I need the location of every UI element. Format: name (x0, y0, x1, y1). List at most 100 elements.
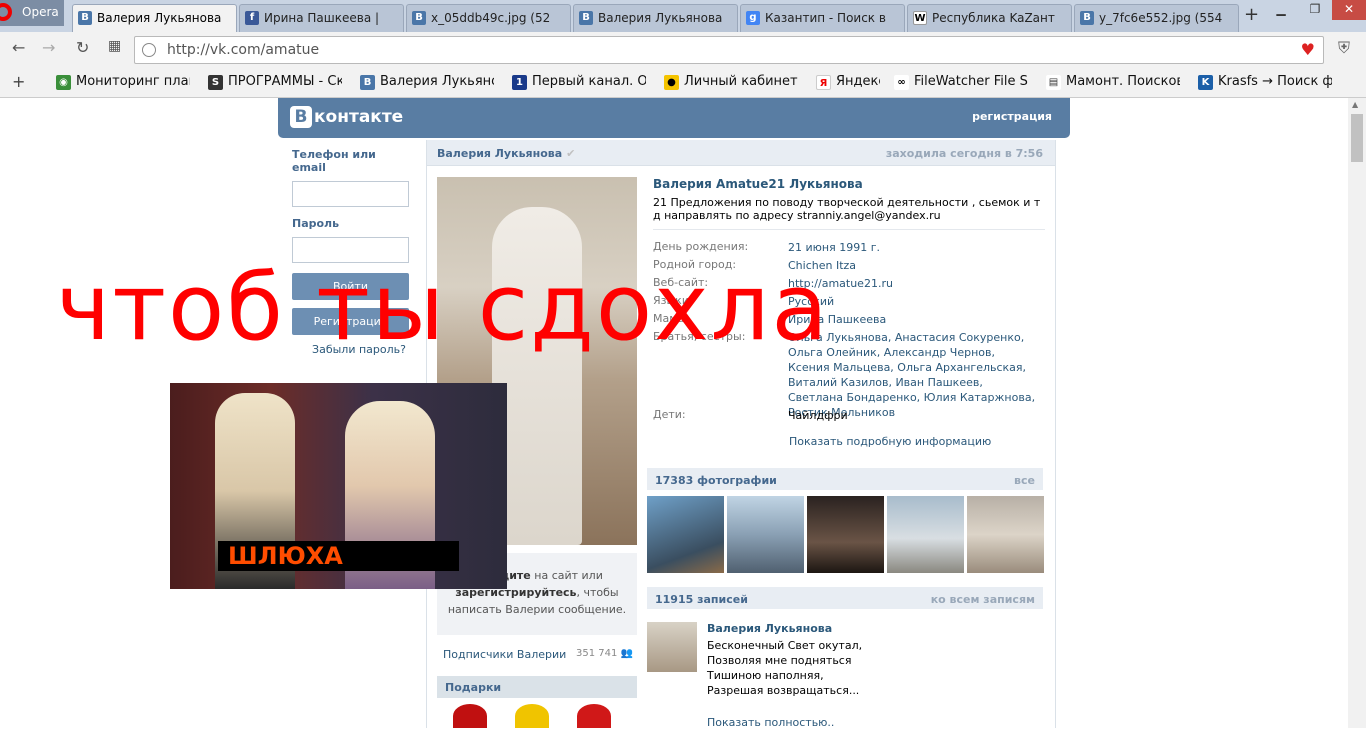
bookmark-item[interactable]: S ПРОГРАММЫ - Ска (208, 74, 342, 92)
filewatcher-icon: ∞ (894, 75, 909, 90)
heart-icon[interactable]: ♥ (1301, 37, 1315, 63)
scroll-up-icon[interactable]: ▲ (1352, 100, 1358, 109)
bookmark-label: Krasfs → Поиск фа (1218, 74, 1332, 89)
profile-panel: Валерия Лукьянова ✔ заходила сегодня в 7:… (426, 140, 1056, 729)
reload-button[interactable]: ↻ (76, 38, 89, 57)
gifts-header[interactable]: Подарки (437, 676, 637, 698)
photo-thumb[interactable] (887, 496, 964, 573)
opera-label: Opera (22, 5, 59, 19)
krasfs-icon: K (1198, 75, 1213, 90)
new-tab-button[interactable]: + (1244, 4, 1259, 25)
bookmark-item[interactable]: В Валерия Лукьянова (360, 74, 494, 92)
tab-5[interactable]: g Казантип - Поиск в (740, 4, 905, 32)
register-link[interactable]: регистрация (972, 110, 1052, 123)
bookmark-item[interactable]: ∞ FileWatcher File Sea (894, 74, 1028, 92)
tab-7[interactable]: Вy_7fc6e552.jpg (554 (1074, 4, 1239, 32)
tab-label: Республика KaZант (932, 11, 1055, 25)
msg-mid: на сайт или (530, 569, 603, 582)
vertical-scrollbar[interactable]: ▲ (1348, 98, 1366, 728)
header-name-text: Валерия Лукьянова (437, 147, 563, 160)
add-bookmark-button[interactable]: + (12, 72, 25, 91)
password-label: Пароль (292, 217, 340, 230)
vk-header: Вконтакте регистрация (278, 98, 1070, 138)
bookmark-item[interactable]: ◉ Мониторинг плане (56, 74, 190, 92)
post-line: Разрешая возвращаться... (707, 684, 860, 697)
bookmark-label: Яндекс (836, 74, 880, 89)
tab-4[interactable]: В Валерия Лукьянова (573, 4, 738, 32)
tab-3[interactable]: Вx_05ddb49c.jpg (52 (406, 4, 571, 32)
field-value[interactable]: 21 июня 1991 г. (788, 240, 1038, 255)
all-posts-link[interactable]: ко всем записям (931, 593, 1035, 606)
speed-dial-icon[interactable]: ▦ (108, 38, 121, 54)
verified-check-icon: ✔ (566, 147, 576, 160)
field-key: Дети: (653, 408, 686, 421)
facebook-icon: f (245, 11, 259, 25)
field-key: День рождения: (653, 240, 749, 253)
posts-header[interactable]: 11915 записей ко всем записям (647, 587, 1043, 609)
show-details-link[interactable]: Показать подробную информацию (789, 435, 991, 448)
bookmark-item[interactable]: K Krasfs → Поиск фа (1198, 74, 1332, 92)
photo-thumb[interactable] (727, 496, 804, 573)
status-text: 21 Предложения по поводу творческой деят… (653, 196, 1041, 222)
tab-label: y_7fc6e552.jpg (554 (1099, 11, 1223, 25)
phone-input[interactable] (292, 181, 409, 207)
show-full-link[interactable]: Показать полностью.. (707, 716, 834, 729)
tab-bar: Opera В Валерия Лукьянова f Ирина Пашкеева… (0, 0, 1366, 32)
gift-flower-icon[interactable] (515, 704, 549, 728)
vk-logo[interactable]: Вконтакте (290, 106, 403, 128)
bookmark-label: Мамонт. Поисковая (1066, 74, 1180, 89)
people-icon: 👥 (620, 648, 633, 659)
bookmark-label: Первый канал. Офи (532, 74, 646, 89)
subscribers-count: 351 741 👥 (576, 648, 633, 659)
phone-label: Телефон или email (292, 148, 376, 174)
yandex-icon: Я (816, 75, 831, 90)
beeline-icon: ● (664, 75, 679, 90)
photos-all-link[interactable]: все (1014, 474, 1035, 487)
photo-thumb[interactable] (647, 496, 724, 573)
post-avatar[interactable] (647, 622, 697, 672)
photo-thumb[interactable] (967, 496, 1044, 573)
address-bar[interactable]: http://vk.com/amatue ♥ (134, 36, 1324, 64)
bookmark-label: ПРОГРАММЫ - Ска (228, 74, 342, 89)
field-value: Чайлдфри (788, 409, 848, 422)
photo-thumb[interactable] (807, 496, 884, 573)
tab-label: x_05ddb49c.jpg (52 (431, 11, 551, 25)
photos-header[interactable]: 17383 фотографии все (647, 468, 1043, 490)
gift-roses-icon[interactable] (577, 704, 611, 728)
tab-2[interactable]: f Ирина Пашкеева | (239, 4, 404, 32)
bookmark-item[interactable]: 1 Первый канал. Офи (512, 74, 646, 92)
opera-menu-button[interactable]: Opera (0, 0, 64, 26)
maximize-button[interactable]: ❐ (1298, 0, 1332, 20)
close-window-button[interactable]: ✕ (1332, 0, 1366, 20)
scroll-thumb[interactable] (1351, 114, 1363, 162)
forward-button[interactable]: → (42, 38, 55, 57)
google-icon: g (746, 11, 760, 25)
minimize-button[interactable]: ▁ (1264, 0, 1298, 20)
bookmark-item[interactable]: ● Личный кабинет мо (664, 74, 798, 92)
bookmark-item[interactable]: Я Яндекс (816, 74, 880, 92)
tab-6[interactable]: W Республика KaZант (907, 4, 1072, 32)
post-line: Тишиною наполняя, (707, 669, 824, 682)
gift-shoes-icon[interactable] (453, 704, 487, 728)
vk-icon: В (579, 11, 593, 25)
s-icon: S (208, 75, 223, 90)
channel-one-icon: 1 (512, 75, 527, 90)
subscribers-link[interactable]: Подписчики Валерии 351 741 👥 (443, 648, 633, 661)
post-text: Бесконечный Свет окутал, Позволяя мне по… (707, 638, 1007, 698)
back-button[interactable]: ← (12, 38, 25, 57)
bookmark-item[interactable]: ▤ Мамонт. Поисковая (1046, 74, 1180, 92)
menu-icon[interactable]: ⛨ (1338, 38, 1350, 58)
tab-1[interactable]: В Валерия Лукьянова (72, 4, 237, 32)
post-author[interactable]: Валерия Лукьянова (707, 622, 832, 635)
bookmark-label: Личный кабинет мо (684, 74, 798, 89)
bookmark-label: FileWatcher File Sea (914, 74, 1028, 89)
subscribers-count-value: 351 741 (576, 648, 618, 659)
tab-label: Казантип - Поиск в (765, 11, 886, 25)
url-text: http://vk.com/amatue (167, 42, 320, 58)
tab-label: Валерия Лукьянова (598, 11, 723, 25)
vk-icon: В (78, 11, 92, 25)
tab-label: Ирина Пашкеева | (264, 11, 380, 25)
profile-header-name: Валерия Лукьянова ✔ (437, 147, 575, 160)
globe-icon (142, 43, 156, 57)
overlay-text: чтоб ты сдохла (56, 254, 830, 361)
